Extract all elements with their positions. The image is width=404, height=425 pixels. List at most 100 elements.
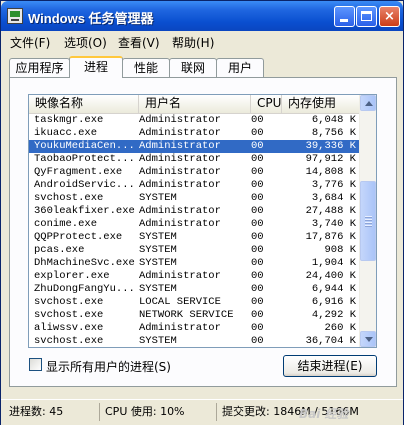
title-bar[interactable]: Windows 任务管理器 × <box>1 1 403 31</box>
column-header-memory[interactable]: 内存使用 <box>282 95 361 113</box>
process-list[interactable]: 映像名称 用户名 CPU 内存使用 taskmgr.exe Administrat… <box>28 94 377 348</box>
tab-performance[interactable]: 性能 <box>122 58 170 77</box>
process-memory: 3,684 K <box>311 192 356 204</box>
process-user: Administrator <box>139 270 221 282</box>
arrow-up-icon <box>365 101 373 106</box>
process-row[interactable]: QyFragment.exe Administrator 00 14,808 K <box>29 166 361 179</box>
process-memory: 1,904 K <box>311 257 356 269</box>
process-row[interactable]: svchost.exe LOCAL SERVICE 00 6,916 K <box>29 296 361 309</box>
menu-file[interactable]: 文件(F) <box>10 34 50 51</box>
maximize-icon <box>361 11 372 21</box>
process-name: AndroidServic... <box>34 179 135 191</box>
process-memory: 36,704 K <box>305 335 356 347</box>
process-memory: 8,756 K <box>311 127 356 139</box>
process-memory: 908 K <box>324 244 356 256</box>
column-header-cpu[interactable]: CPU <box>251 95 282 113</box>
process-row[interactable]: svchost.exe NETWORK SERVICE 00 4,292 K <box>29 309 361 322</box>
process-memory: 6,916 K <box>311 296 356 308</box>
process-cpu: 00 <box>251 218 264 230</box>
minimize-icon <box>340 19 348 22</box>
menu-help[interactable]: 帮助(H) <box>172 34 214 51</box>
scroll-thumb[interactable] <box>360 181 376 261</box>
process-user: Administrator <box>139 114 221 126</box>
process-user: Administrator <box>139 179 221 191</box>
process-cpu: 00 <box>251 270 264 282</box>
process-name: aliwssv.exe <box>34 322 104 334</box>
process-memory: 3,776 K <box>311 179 356 191</box>
process-memory: 27,488 K <box>305 205 356 217</box>
window-title: Windows 任务管理器 <box>28 11 154 26</box>
process-row[interactable]: svchost.exe SYSTEM 00 36,704 K <box>29 335 361 347</box>
process-row[interactable]: YoukuMediaCen... Administrator 00 39,336 K <box>29 140 361 153</box>
process-name: DhMachineSvc.exe <box>34 257 135 269</box>
process-user: Administrator <box>139 166 221 178</box>
process-cpu: 00 <box>251 309 264 321</box>
process-row[interactable]: AndroidServic... Administrator 00 3,776 K <box>29 179 361 192</box>
process-name: QQPProtect.exe <box>34 231 123 243</box>
process-cpu: 00 <box>251 114 264 126</box>
scroll-down-button[interactable] <box>360 331 376 347</box>
process-row[interactable]: aliwssv.exe Administrator 00 260 K <box>29 322 361 335</box>
process-name: QyFragment.exe <box>34 166 123 178</box>
process-user: Administrator <box>139 205 221 217</box>
process-cpu: 00 <box>251 179 264 191</box>
process-name: ZhuDongFangYu... <box>34 283 135 295</box>
process-user: NETWORK SERVICE <box>139 309 234 321</box>
column-header-user-name[interactable]: 用户名 <box>139 95 251 113</box>
task-manager-icon <box>7 8 23 24</box>
process-user: SYSTEM <box>139 244 177 256</box>
process-cpu: 00 <box>251 257 264 269</box>
status-process-count: 进程数: 45 <box>9 405 64 418</box>
process-name: conime.exe <box>34 218 98 230</box>
tab-networking[interactable]: 联网 <box>169 58 217 77</box>
process-row[interactable]: taskmgr.exe Administrator 00 6,048 K <box>29 114 361 127</box>
process-row[interactable]: QQPProtect.exe SYSTEM 00 17,876 K <box>29 231 361 244</box>
menu-options[interactable]: 选项(O) <box>64 34 107 51</box>
process-memory: 6,048 K <box>311 114 356 126</box>
process-user: SYSTEM <box>139 192 177 204</box>
process-user: Administrator <box>139 153 221 165</box>
process-memory: 24,400 K <box>305 270 356 282</box>
minimize-button[interactable] <box>334 6 355 27</box>
scroll-up-button[interactable] <box>360 95 376 111</box>
process-row[interactable]: ikuacc.exe Administrator 00 8,756 K <box>29 127 361 140</box>
process-name: svchost.exe <box>34 335 104 347</box>
process-memory: 97,912 K <box>305 153 356 165</box>
maximize-button[interactable] <box>356 6 377 27</box>
process-memory: 17,876 K <box>305 231 356 243</box>
process-name: TaobaoProtect... <box>34 153 135 165</box>
process-row[interactable]: TaobaoProtect... Administrator 00 97,912 K <box>29 153 361 166</box>
grip-line <box>365 219 372 221</box>
process-row[interactable]: svchost.exe SYSTEM 00 3,684 K <box>29 192 361 205</box>
tab-processes[interactable]: 进程 <box>69 56 123 78</box>
task-manager-window: Windows 任务管理器 × 文件(F) 选项(O) 查看(V) 帮助(H) … <box>0 0 404 425</box>
process-row[interactable]: pcas.exe SYSTEM 00 908 K <box>29 244 361 257</box>
process-row[interactable]: ZhuDongFangYu... SYSTEM 00 6,944 K <box>29 283 361 296</box>
tab-users[interactable]: 用户 <box>216 58 264 77</box>
process-name: svchost.exe <box>34 309 104 321</box>
process-row[interactable]: 360leakfixer.exe Administrator 00 27,488 K <box>29 205 361 218</box>
vertical-scrollbar[interactable] <box>359 95 376 347</box>
menu-view[interactable]: 查看(V) <box>118 34 160 51</box>
process-cpu: 00 <box>251 153 264 165</box>
process-cpu: 00 <box>251 322 264 334</box>
process-row[interactable]: explorer.exe Administrator 00 24,400 K <box>29 270 361 283</box>
tab-applications[interactable]: 应用程序 <box>9 58 70 77</box>
process-user: Administrator <box>139 218 221 230</box>
arrow-down-icon <box>365 337 373 342</box>
process-memory: 3,740 K <box>311 218 356 230</box>
tab-strip: 应用程序 进程 性能 联网 用户 <box>9 56 399 78</box>
close-button[interactable]: × <box>379 6 400 27</box>
process-memory: 260 K <box>324 322 356 334</box>
menu-bar: 文件(F) 选项(O) 查看(V) 帮助(H) <box>1 31 403 51</box>
process-cpu: 00 <box>251 205 264 217</box>
status-cpu-usage: CPU 使用: 10% <box>99 403 216 421</box>
show-all-users-checkbox[interactable] <box>29 358 42 371</box>
end-process-button[interactable]: 结束进程(E) <box>283 355 377 377</box>
show-all-users-label[interactable]: 显示所有用户的进程(S) <box>46 358 171 375</box>
process-row[interactable]: DhMachineSvc.exe SYSTEM 00 1,904 K <box>29 257 361 270</box>
process-row[interactable]: conime.exe Administrator 00 3,740 K <box>29 218 361 231</box>
column-header-image-name[interactable]: 映像名称 <box>29 95 139 113</box>
process-cpu: 00 <box>251 335 264 347</box>
grip-line <box>365 216 372 218</box>
